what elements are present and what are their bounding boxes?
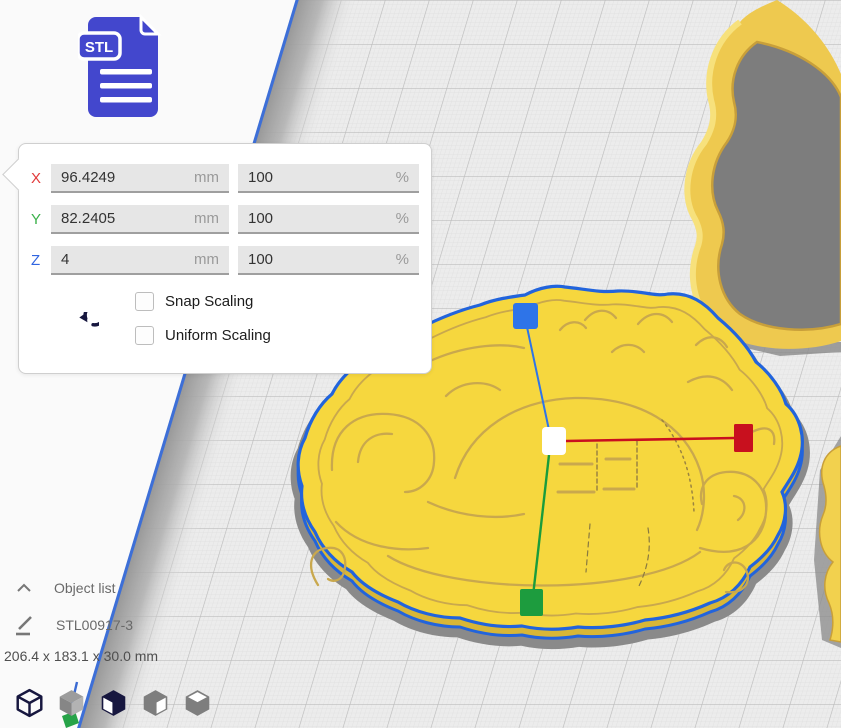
snap-scaling-label: Snap Scaling <box>165 293 253 310</box>
gizmo-center-handle[interactable] <box>542 427 566 455</box>
y-size-input[interactable]: 82.2405 mm <box>51 205 229 234</box>
y-percent-value: 100 <box>248 210 273 227</box>
uniform-scaling-row: Uniform Scaling <box>135 326 271 345</box>
y-size-value: 82.2405 <box>61 210 115 227</box>
view-front-button[interactable] <box>56 688 87 718</box>
pencil-icon <box>14 614 36 636</box>
gizmo-z-handle[interactable] <box>513 303 538 329</box>
x-size-unit: mm <box>194 169 219 186</box>
stl-folded-corner <box>141 17 158 34</box>
y-percent-unit: % <box>396 210 409 227</box>
axis-z-label: Z <box>31 252 51 269</box>
uniform-scaling-label: Uniform Scaling <box>165 327 271 344</box>
cube-front-icon <box>56 688 87 718</box>
x-percent-input[interactable]: 100 % <box>238 164 419 193</box>
uniform-scaling-checkbox[interactable] <box>135 326 154 345</box>
scale-row-z: Z 4 mm 100 % <box>31 245 419 276</box>
view-left-button[interactable] <box>140 688 171 718</box>
object-name: STL00917-3 <box>56 617 133 633</box>
x-percent-unit: % <box>396 169 409 186</box>
gizmo-x-handle[interactable] <box>734 424 753 452</box>
stl-file-icon: STL <box>78 12 168 122</box>
y-size-unit: mm <box>194 210 219 227</box>
x-percent-value: 100 <box>248 169 273 186</box>
object-list-title: Object list <box>54 580 115 596</box>
view-3d-button[interactable] <box>14 688 45 718</box>
object-list-item[interactable]: STL00917-3 <box>14 614 133 636</box>
stl-text-line <box>100 83 152 89</box>
reset-icon <box>85 312 99 325</box>
camera-view-toolbar <box>14 688 213 718</box>
scale-row-x: X 96.4249 mm 100 % <box>31 163 419 194</box>
cube-top-icon <box>98 688 129 718</box>
z-percent-value: 100 <box>248 251 273 268</box>
z-size-unit: mm <box>194 251 219 268</box>
cube-3d-icon <box>14 688 45 718</box>
x-size-input[interactable]: 96.4249 mm <box>51 164 229 193</box>
stl-text-line <box>100 97 152 103</box>
y-percent-input[interactable]: 100 % <box>238 205 419 234</box>
reset-scale-button[interactable] <box>69 312 99 344</box>
scale-row-y: Y 82.2405 mm 100 % <box>31 204 419 235</box>
stl-badge-label: STL <box>85 39 113 56</box>
snap-scaling-row: Snap Scaling <box>135 292 253 311</box>
z-size-input[interactable]: 4 mm <box>51 246 229 275</box>
x-size-value: 96.4249 <box>61 169 115 186</box>
object-dimensions: 206.4 x 183.1 x 30.0 mm <box>4 648 158 664</box>
3d-viewport[interactable]: STL X 96.4249 mm 100 % Y 82.2405 mm 100 <box>0 0 841 728</box>
cube-right-icon <box>182 688 213 718</box>
cutter-interior <box>712 42 841 330</box>
z-percent-input[interactable]: 100 % <box>238 246 419 275</box>
stl-text-line <box>100 69 152 75</box>
cube-left-icon <box>140 688 171 718</box>
gizmo-y-handle[interactable] <box>520 589 543 616</box>
z-size-value: 4 <box>61 251 69 268</box>
scale-tool-panel: X 96.4249 mm 100 % Y 82.2405 mm 100 % Z <box>18 143 432 374</box>
chevron-up-icon <box>16 582 32 594</box>
object-list-header[interactable]: Object list <box>16 580 115 596</box>
view-top-button[interactable] <box>98 688 129 718</box>
z-percent-unit: % <box>396 251 409 268</box>
view-right-button[interactable] <box>182 688 213 718</box>
snap-scaling-checkbox[interactable] <box>135 292 154 311</box>
axis-x-label: X <box>31 170 51 187</box>
axis-y-label: Y <box>31 211 51 228</box>
